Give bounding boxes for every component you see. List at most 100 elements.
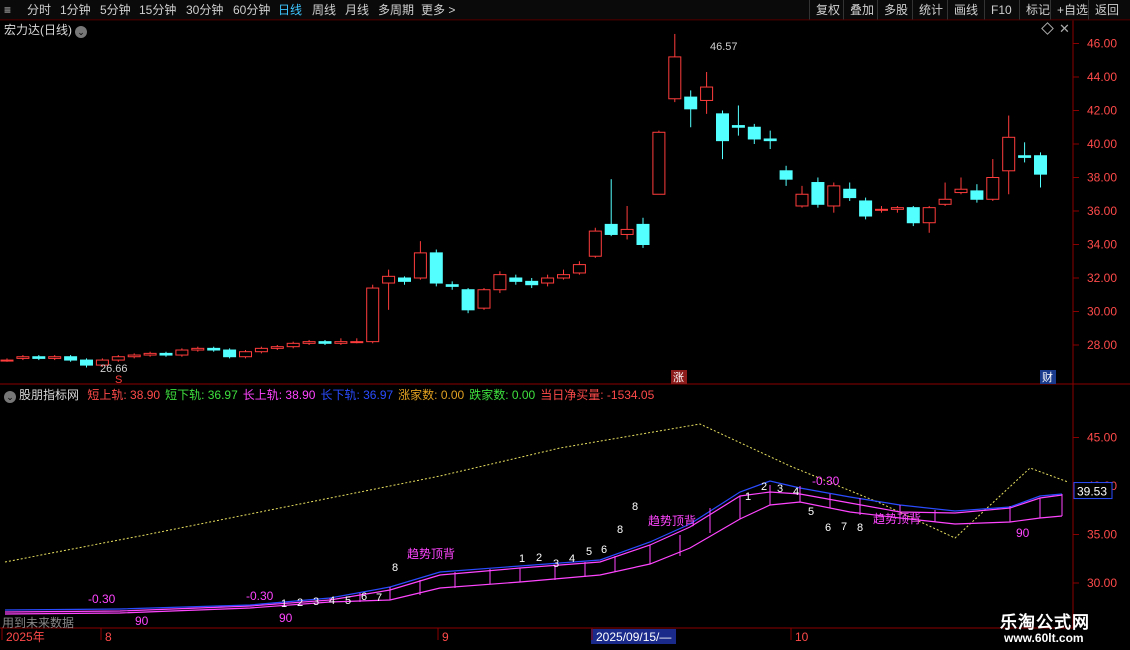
candle-body [906, 207, 920, 224]
candle-body [572, 264, 586, 274]
candle-body [223, 349, 237, 358]
price-tick-label: 36.00 [1087, 204, 1117, 218]
price-tick-label: 40.00 [1087, 137, 1117, 151]
count-label: 8 [392, 562, 398, 574]
count-label: 8 [617, 524, 623, 536]
count-label: 3 [777, 483, 783, 495]
candle-body [48, 356, 62, 359]
candle-body [716, 113, 729, 142]
candle-body [239, 351, 252, 358]
ind-tick-label: 30.00 [1087, 576, 1117, 590]
future-data-watermark: 用到未来数据 [2, 616, 75, 630]
neg-label: -0.30 [246, 589, 274, 603]
candle-body [668, 56, 682, 100]
candle-body [986, 177, 1000, 200]
candle-body [875, 208, 888, 211]
candle-body [302, 341, 316, 344]
candle-body [175, 349, 189, 356]
candle-body [684, 96, 698, 110]
count-label: 7 [841, 521, 847, 533]
ninety-label: 90 [1016, 526, 1030, 540]
candle-body [429, 252, 443, 284]
count-label: 6 [361, 591, 367, 603]
count-label: 2 [536, 552, 542, 564]
candle-body [922, 207, 936, 224]
date-label: 2025/09/15/— [596, 630, 671, 644]
price-tick-label: 44.00 [1087, 70, 1117, 84]
ninety-label: 90 [279, 611, 293, 625]
high-price-label: 46.57 [710, 41, 738, 53]
count-label: 5 [586, 546, 592, 558]
candle-body [143, 352, 157, 356]
price-tick-label: 30.00 [1087, 305, 1117, 319]
candle-body [795, 193, 809, 207]
price-tick-label: 28.00 [1087, 338, 1117, 352]
count-label: 1 [519, 553, 525, 565]
candle-body [1034, 155, 1047, 175]
candle-body [254, 347, 268, 353]
candle-body [286, 342, 300, 348]
candle-body [0, 359, 14, 362]
current-value-label: 39.53 [1077, 485, 1107, 499]
candle-body [382, 275, 396, 284]
candle-body [461, 289, 475, 311]
date-label: 2025年 [6, 630, 45, 644]
cai-marker: 财 [1042, 370, 1053, 384]
date-label: 10 [795, 630, 809, 644]
price-tick-label: 42.00 [1087, 104, 1117, 118]
candle-body [604, 223, 618, 235]
ind-tick-label: 45.00 [1087, 431, 1117, 445]
count-label: 3 [553, 558, 559, 570]
candle-body [493, 274, 507, 291]
candle-body [588, 230, 602, 257]
zhang-marker: 涨 [673, 371, 684, 384]
candle-body [350, 341, 364, 344]
low-price-label: 26.66 [100, 363, 128, 375]
candle-body [80, 359, 93, 366]
candle-body [938, 198, 952, 205]
candle-body [159, 352, 173, 356]
candle-body [413, 252, 427, 279]
site-url: www.60lt.com [1004, 631, 1084, 645]
candle-body [270, 346, 284, 349]
date-label: 8 [105, 630, 112, 644]
count-label: 5 [345, 595, 351, 607]
candle-body [366, 287, 380, 343]
candle-body [763, 138, 777, 142]
price-tick-label: 32.00 [1087, 271, 1117, 285]
divergence-label: 趋势顶背 [873, 512, 921, 526]
s-marker: S [115, 374, 122, 386]
candle-body [525, 280, 539, 286]
long-upper-band [4, 491, 1063, 613]
candle-body [318, 341, 332, 344]
candle-body [541, 277, 555, 284]
candle-body [859, 200, 873, 217]
count-label: 7 [376, 592, 382, 604]
candle-body [509, 277, 523, 282]
divergence-label: 趋势顶背 [407, 547, 455, 561]
count-label: 5 [808, 506, 814, 518]
candle-body [207, 347, 221, 351]
candle-body [652, 131, 666, 195]
candle-body [477, 289, 491, 309]
candle-body [191, 347, 205, 351]
neg-label: -0.30 [88, 592, 116, 606]
date-label: 9 [442, 630, 449, 644]
long-trend-dotted-line [4, 423, 1069, 563]
candle-body [811, 182, 825, 205]
candle-body [731, 125, 745, 128]
count-label: 8 [857, 522, 863, 534]
divergence-label: 趋势顶背 [648, 514, 696, 528]
price-tick-label: 46.00 [1087, 37, 1117, 51]
kline-chart[interactable]: 46.00 44.00 42.00 40.00 38.00 36.00 34.00 32.00… [0, 0, 1130, 650]
candle-body [16, 356, 30, 359]
candle-body [445, 284, 459, 287]
candle-body [890, 207, 904, 210]
count-label: 6 [825, 522, 831, 534]
candle-body [127, 354, 141, 358]
candle-body [779, 170, 793, 180]
candle-body [111, 356, 125, 361]
count-label: 2 [761, 481, 767, 493]
short-upper-band [4, 480, 1063, 611]
count-label: 1 [745, 491, 751, 503]
